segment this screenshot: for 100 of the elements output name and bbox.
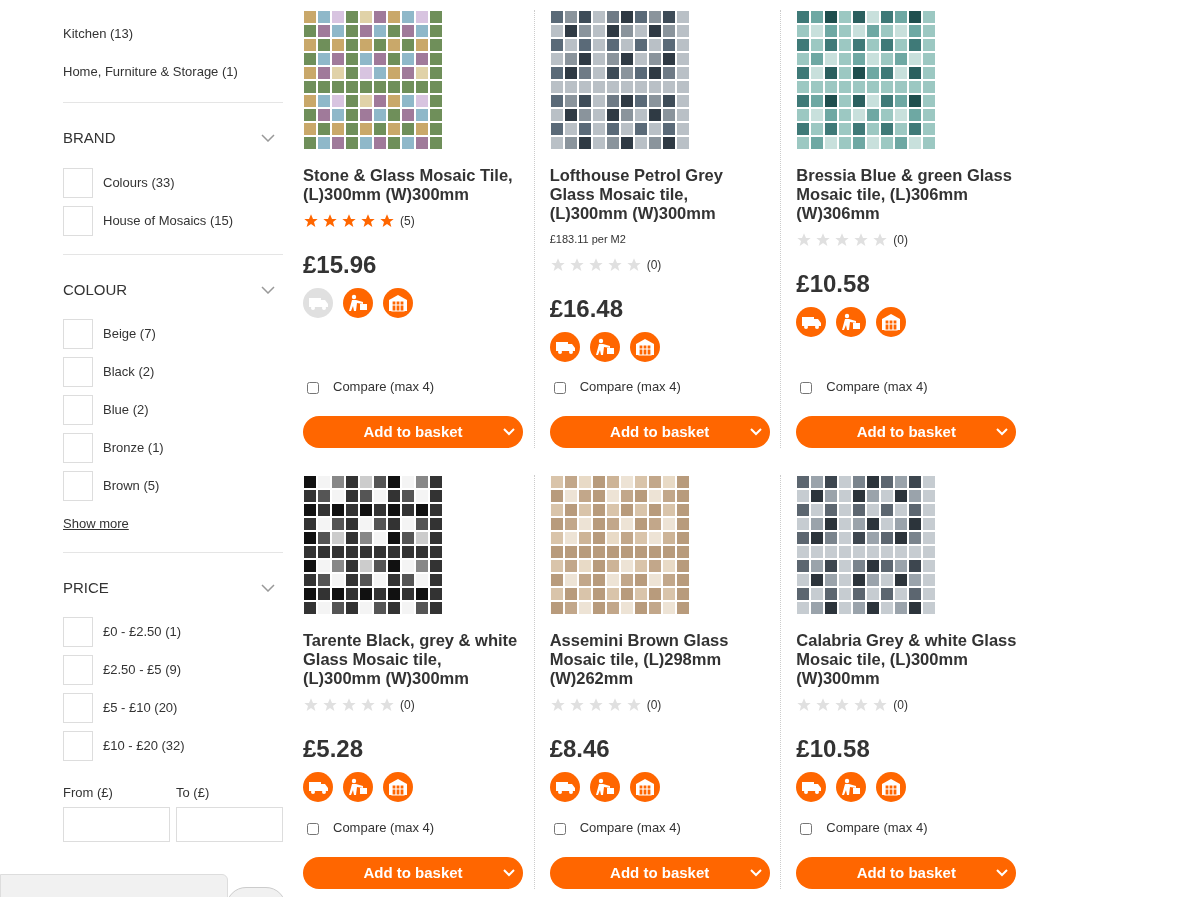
star-icon bbox=[872, 232, 889, 248]
star-icon bbox=[815, 697, 832, 713]
star-icon bbox=[853, 232, 870, 248]
unit-price: £183.11 per M2 bbox=[549, 232, 627, 247]
star-icon bbox=[549, 256, 566, 273]
filter-checkbox[interactable] bbox=[63, 655, 93, 685]
compare-label: Compare (max 4) bbox=[333, 377, 435, 396]
filter-checkbox[interactable] bbox=[63, 731, 93, 761]
chevron-icon bbox=[996, 869, 1009, 877]
show-more-link[interactable]: Show more bbox=[63, 514, 129, 534]
filter-option-label: Bronze (1) bbox=[103, 439, 164, 458]
chevron-icon bbox=[996, 428, 1009, 436]
category-link[interactable]: Home, Furniture & Storage (1) bbox=[63, 64, 238, 80]
price: £16.48 bbox=[549, 293, 625, 324]
review-count: (0) bbox=[893, 697, 908, 714]
compare-label: Compare (max 4) bbox=[579, 377, 681, 396]
chevron-icon[interactable] bbox=[261, 134, 275, 143]
star-icon bbox=[815, 232, 832, 248]
star-icon bbox=[625, 697, 642, 713]
field-label: From (£) bbox=[63, 784, 114, 802]
chevron-icon bbox=[749, 869, 762, 877]
star-icon bbox=[322, 697, 338, 713]
compare-label: Compare (max 4) bbox=[333, 818, 435, 837]
price: £10.58 bbox=[796, 269, 871, 299]
chevron-icon bbox=[749, 428, 762, 436]
filter-heading[interactable]: BRAND bbox=[63, 127, 116, 150]
star-icon bbox=[625, 256, 642, 273]
star-icon bbox=[796, 232, 813, 248]
filter-option-label: Colours (33) bbox=[103, 173, 175, 192]
field-label: To (£) bbox=[176, 784, 211, 802]
chevron-icon bbox=[503, 869, 515, 877]
price-to-field[interactable] bbox=[176, 806, 283, 842]
star-icon bbox=[341, 697, 357, 713]
filter-checkbox[interactable] bbox=[63, 395, 93, 425]
category-link[interactable]: Kitchen (13) bbox=[63, 26, 134, 42]
filter-option-label: Blue (2) bbox=[103, 401, 149, 420]
star-icon bbox=[360, 213, 376, 229]
product-title[interactable]: Bressia Blue & green Glass Mosaic tile, (L)306mm (W)306mm bbox=[796, 166, 1027, 223]
star-icon bbox=[568, 256, 585, 273]
filter-option-label: Brown (5) bbox=[103, 477, 160, 496]
filter-checkbox[interactable] bbox=[63, 617, 93, 647]
star-icon bbox=[834, 697, 851, 713]
filter-option-label: £10 - £20 (32) bbox=[103, 737, 185, 756]
product-title[interactable]: Tarente Black, grey & white Glass Mosaic tile, (L)300mm (W)300mm bbox=[303, 631, 518, 688]
filter-option-label: Beige (7) bbox=[103, 325, 156, 344]
filter-checkbox[interactable] bbox=[63, 167, 93, 198]
compare-checkbox[interactable] bbox=[800, 382, 813, 395]
star-icon bbox=[587, 256, 604, 273]
product-title[interactable]: Calabria Grey & white Glass Mosaic tile, (L)300mm (W)300mm bbox=[796, 631, 1027, 688]
filter-option-label: Black (2) bbox=[103, 363, 155, 382]
filter-checkbox[interactable] bbox=[63, 319, 93, 349]
review-count: (0) bbox=[893, 232, 908, 249]
compare-checkbox[interactable] bbox=[553, 823, 566, 836]
chevron-icon[interactable] bbox=[261, 285, 275, 294]
star-icon bbox=[606, 697, 623, 713]
compare-label: Compare (max 4) bbox=[826, 377, 928, 396]
star-icon bbox=[360, 697, 376, 713]
price-from-field[interactable] bbox=[63, 806, 170, 842]
compare-checkbox[interactable] bbox=[800, 823, 813, 836]
filter-option-label: £5 - £10 (20) bbox=[103, 699, 178, 718]
filter-checkbox[interactable] bbox=[63, 357, 93, 387]
star-icon bbox=[568, 697, 585, 713]
chevron-icon bbox=[503, 428, 515, 436]
filter-checkbox[interactable] bbox=[63, 205, 93, 236]
star-icon bbox=[341, 213, 357, 229]
filter-heading[interactable]: COLOUR bbox=[63, 278, 128, 301]
filter-checkbox[interactable] bbox=[63, 433, 93, 463]
product-title[interactable]: Stone & Glass Mosaic Tile, (L)300mm (W)300mm bbox=[303, 166, 518, 204]
filter-heading[interactable]: PRICE bbox=[63, 576, 109, 599]
review-count: (0) bbox=[400, 697, 415, 714]
filter-checkbox[interactable] bbox=[63, 471, 93, 501]
star-icon bbox=[834, 232, 851, 248]
compare-checkbox[interactable] bbox=[553, 382, 566, 395]
filter-checkbox[interactable] bbox=[63, 693, 93, 723]
filter-option-label: House of Mosaics (15) bbox=[103, 211, 234, 230]
price: £10.58 bbox=[796, 734, 871, 764]
filter-option-label: £0 - £2.50 (1) bbox=[103, 623, 182, 642]
chevron-icon[interactable] bbox=[261, 583, 275, 592]
star-icon bbox=[872, 697, 889, 713]
filter-option-label: £2.50 - £5 (9) bbox=[103, 661, 182, 680]
star-icon bbox=[853, 697, 870, 713]
review-count: (0) bbox=[646, 697, 662, 714]
compare-label: Compare (max 4) bbox=[826, 818, 928, 837]
review-count: (5) bbox=[400, 213, 415, 230]
star-icon bbox=[303, 697, 319, 713]
price: £8.46 bbox=[549, 734, 611, 764]
star-icon bbox=[322, 213, 338, 229]
compare-checkbox[interactable] bbox=[307, 382, 319, 395]
star-icon bbox=[606, 256, 623, 273]
star-icon bbox=[303, 213, 319, 229]
product-title[interactable]: Lofthouse Petrol Grey Glass Mosaic tile, (L)300mm (W)300mm bbox=[549, 166, 765, 223]
compare-label: Compare (max 4) bbox=[579, 818, 681, 837]
star-icon bbox=[379, 697, 395, 713]
star-icon bbox=[796, 697, 813, 713]
star-icon bbox=[587, 697, 604, 713]
price: £15.96 bbox=[303, 250, 378, 280]
review-count: (0) bbox=[646, 256, 662, 274]
compare-checkbox[interactable] bbox=[307, 823, 319, 836]
star-icon bbox=[379, 213, 395, 229]
product-title[interactable]: Assemini Brown Glass Mosaic tile, (L)298mm (W)262mm bbox=[549, 631, 765, 688]
